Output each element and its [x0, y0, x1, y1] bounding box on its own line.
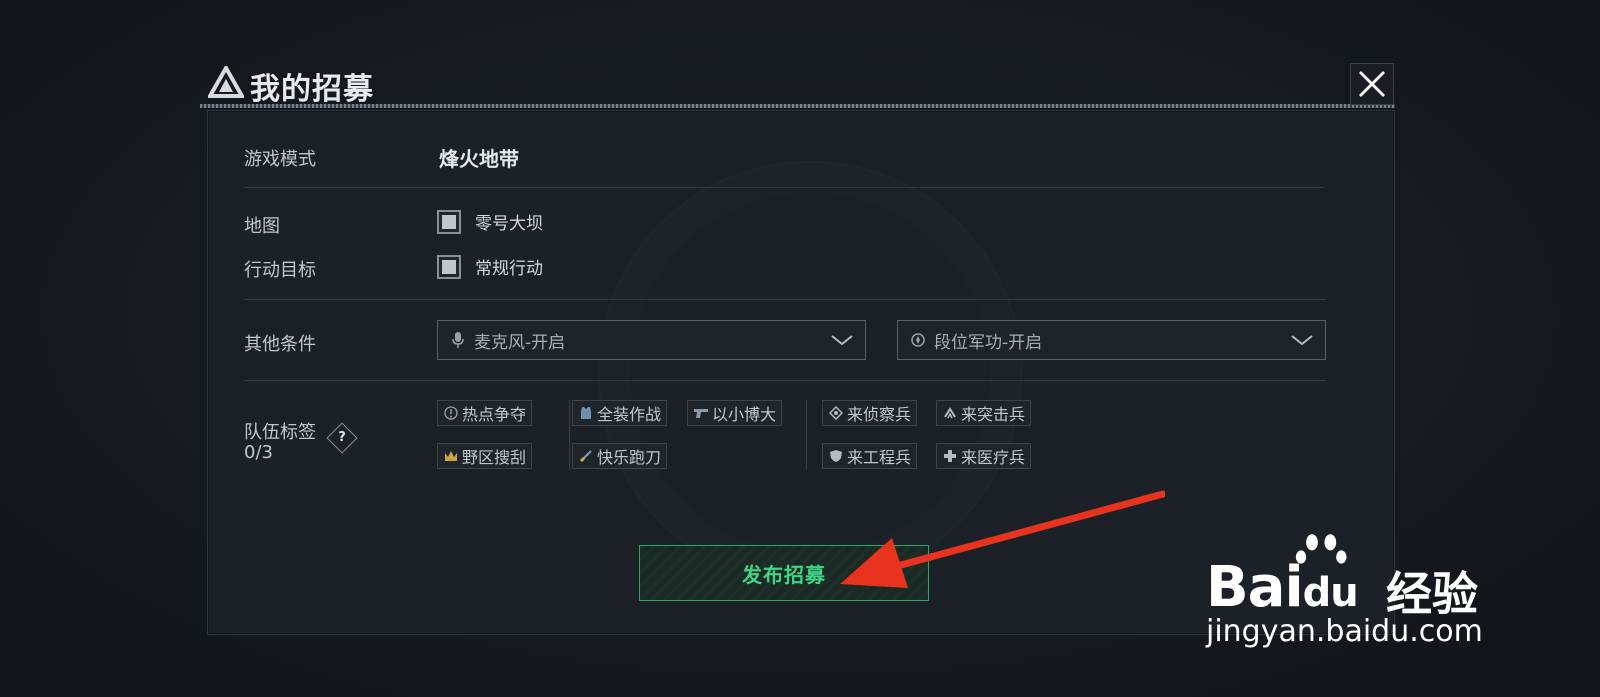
tag-label: 来突击兵 [961, 405, 1026, 424]
tag-medic[interactable]: 来医疗兵 [936, 443, 1032, 469]
team-tags-count: 0/3 [244, 442, 273, 463]
tag-assault[interactable]: 来突击兵 [936, 400, 1032, 426]
microphone-icon [450, 331, 466, 349]
chevron-down-icon [1291, 335, 1313, 346]
rank-select-value: 段位军功-开启 [934, 332, 1043, 353]
objective-option[interactable]: 常规行动 [437, 254, 543, 279]
game-screen: 我的招募 游戏模式 烽火地带 地图 零号大坝 行动目标 常规行动 其他条件 麦克… [0, 0, 1600, 697]
map-checkbox[interactable] [437, 209, 461, 234]
shield-icon [828, 448, 844, 464]
objective-checkbox[interactable] [437, 254, 461, 279]
pistol-icon [693, 405, 709, 421]
rank-select[interactable]: 段位军功-开启 [897, 320, 1326, 360]
tag-label: 以小博大 [712, 405, 777, 424]
map-label: 地图 [244, 216, 280, 237]
tag-label: 全装作战 [597, 405, 662, 424]
tag-label: 热点争夺 [462, 405, 527, 424]
watermark-url: jingyan.baidu.com [1206, 614, 1483, 649]
map-option-label: 零号大坝 [475, 214, 543, 234]
chevron-up-icon [942, 405, 958, 421]
divider [244, 299, 1326, 300]
objective-label: 行动目标 [244, 260, 316, 281]
triangle-logo-icon [208, 66, 244, 98]
tag-group-separator [569, 400, 570, 470]
tag-full-gear[interactable]: 全装作战 [572, 400, 668, 426]
crosshair-icon [828, 405, 844, 421]
plus-icon [942, 448, 958, 464]
tag-label: 来工程兵 [847, 448, 912, 467]
objective-option-label: 常规行动 [475, 259, 543, 279]
rank-badge-icon [910, 331, 926, 349]
tag-engineer[interactable]: 来工程兵 [822, 443, 918, 469]
tag-small-big[interactable]: 以小博大 [687, 400, 783, 426]
chevron-down-icon [831, 335, 853, 346]
game-mode-value: 烽火地带 [439, 147, 519, 171]
tag-recon[interactable]: 来侦察兵 [822, 400, 918, 426]
divider [244, 380, 1326, 381]
tag-label: 野区搜刮 [462, 448, 527, 467]
annotation-arrow-icon [840, 490, 1165, 588]
dialog-title: 我的招募 [250, 72, 374, 107]
alert-circle-icon [443, 405, 459, 421]
close-button[interactable] [1350, 63, 1394, 105]
tag-group-separator [806, 400, 807, 470]
watermark-brand: Baidu [1206, 555, 1359, 620]
game-mode-label: 游戏模式 [244, 149, 316, 170]
publish-recruit-label: 发布招募 [742, 562, 826, 587]
tag-label: 来侦察兵 [847, 405, 912, 424]
tag-label: 来医疗兵 [961, 448, 1026, 467]
close-icon [1358, 70, 1386, 98]
map-option[interactable]: 零号大坝 [437, 209, 543, 234]
tag-wild-loot[interactable]: 野区搜刮 [437, 443, 533, 469]
help-icon[interactable]: ? [326, 422, 358, 454]
mic-select-value: 麦克风-开启 [474, 332, 566, 353]
armor-icon [578, 405, 594, 421]
tag-label: 快乐跑刀 [597, 448, 662, 467]
divider [244, 187, 1324, 188]
team-tags-label: 队伍标签 [244, 422, 316, 443]
other-conditions-label: 其他条件 [244, 334, 316, 355]
dialog-header: 我的招募 [200, 60, 1395, 110]
knife-icon [578, 448, 594, 464]
tag-happy-run[interactable]: 快乐跑刀 [572, 443, 668, 469]
tag-hotspot[interactable]: 热点争夺 [437, 400, 533, 426]
mic-select[interactable]: 麦克风-开启 [437, 320, 866, 360]
title-divider [200, 104, 1395, 108]
crown-icon [443, 448, 459, 464]
